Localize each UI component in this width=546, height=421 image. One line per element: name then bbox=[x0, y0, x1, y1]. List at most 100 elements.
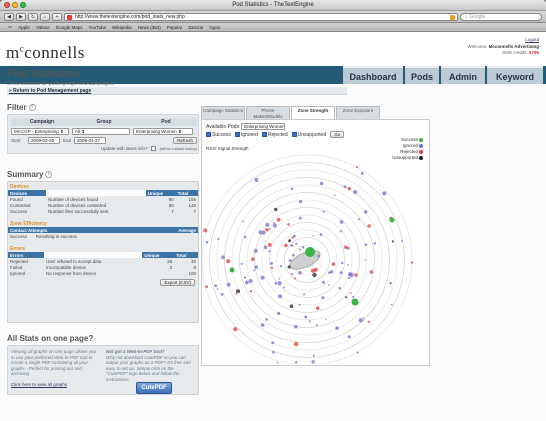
export-csv-button[interactable]: Export (CSV) bbox=[160, 279, 195, 286]
forward-icon[interactable]: ▶ bbox=[16, 12, 26, 21]
chart-point bbox=[327, 284, 330, 286]
zone-heading: Zone Efficiency bbox=[10, 221, 47, 227]
check-rejected[interactable]: Rejected bbox=[261, 132, 288, 138]
chart-point bbox=[373, 242, 377, 245]
welcome-text: Welcome: Mcconnells Advertising SMS cred… bbox=[467, 44, 539, 55]
chart-point bbox=[233, 327, 238, 332]
logo[interactable]: mcconnells bbox=[6, 43, 85, 63]
devices-table: Devices Unique Total Found Number of devi… bbox=[8, 190, 198, 214]
tab-phone-makes-models[interactable]: Phone Makes/Models bbox=[246, 106, 290, 119]
chart-point bbox=[298, 303, 301, 306]
tab-zone-strength[interactable]: Zone Strength bbox=[291, 106, 335, 119]
check-unsupported[interactable]: Unsupported bbox=[291, 132, 326, 138]
bookmark-news[interactable]: News (364) bbox=[138, 25, 161, 30]
chart-point bbox=[220, 293, 224, 296]
favicon-icon bbox=[67, 14, 72, 20]
home-icon[interactable]: ⌂ bbox=[40, 12, 50, 21]
errors-table: Errors Unique Total Rejected User refused… bbox=[8, 252, 198, 276]
start-label: Start bbox=[11, 138, 21, 143]
chart-point bbox=[360, 172, 364, 175]
chart-point bbox=[263, 245, 268, 250]
back-icon[interactable]: ◀ bbox=[4, 12, 14, 21]
chart-point bbox=[358, 318, 363, 323]
check-ignored[interactable]: Ignored bbox=[234, 132, 258, 138]
chart-point bbox=[304, 315, 308, 319]
go-button[interactable]: Go bbox=[330, 131, 345, 138]
chart-point bbox=[298, 271, 302, 275]
bookmark-apple[interactable]: Apple bbox=[18, 25, 30, 30]
update-checkbox[interactable] bbox=[150, 146, 156, 151]
nav-dashboard[interactable]: Dashboard bbox=[343, 66, 403, 84]
view-all-graphs-link[interactable]: Click here to view all graphs bbox=[11, 382, 67, 387]
bookmark-youtube[interactable]: YouTube bbox=[88, 25, 106, 30]
refresh-button[interactable]: Refresh bbox=[173, 137, 197, 144]
chart-point bbox=[251, 257, 255, 261]
chart-point bbox=[253, 269, 256, 272]
chart-point bbox=[291, 236, 294, 239]
bookmark-zamzar[interactable]: Zamzar bbox=[188, 25, 203, 30]
logout-link[interactable]: Logout bbox=[525, 37, 539, 42]
pod-select[interactable]: Enterprising Women ⬍ bbox=[133, 128, 193, 135]
chart-point bbox=[301, 245, 305, 249]
rss-icon[interactable] bbox=[450, 14, 455, 20]
zone-strength-chart bbox=[202, 154, 413, 364]
bookmarks-bar: ▭ Apple Yahoo! Google Maps YouTube Wikip… bbox=[0, 23, 546, 32]
chart-point bbox=[277, 294, 283, 299]
info-icon[interactable]: i bbox=[45, 171, 53, 179]
available-pods-select[interactable]: Enterprising Women ⬍ bbox=[241, 123, 285, 130]
chart-point bbox=[362, 317, 365, 319]
reload-icon[interactable]: ↻ bbox=[28, 12, 38, 21]
chart-point bbox=[253, 248, 258, 253]
tab-zone-exposure[interactable]: Zone Exposure bbox=[336, 106, 380, 119]
info-icon[interactable]: i bbox=[28, 104, 36, 112]
chart-point bbox=[294, 361, 298, 364]
summary-panel: Devices Devices Unique Total Found Number… bbox=[7, 181, 199, 323]
chart-point bbox=[221, 255, 225, 260]
chart-point-success bbox=[229, 267, 235, 273]
chart-point bbox=[248, 279, 253, 283]
cutepdf-button[interactable]: CutePDF bbox=[136, 382, 172, 394]
close-window-icon[interactable] bbox=[4, 2, 10, 8]
group-select[interactable]: All ⬍ bbox=[72, 128, 130, 135]
chart-point bbox=[357, 218, 360, 221]
chart-point bbox=[364, 259, 367, 261]
chart-point bbox=[347, 335, 351, 339]
chart-point bbox=[271, 341, 275, 345]
chart-point bbox=[265, 318, 268, 321]
nav-pods[interactable]: Pods bbox=[405, 66, 439, 84]
add-icon[interactable]: + bbox=[52, 12, 62, 21]
chart-point bbox=[274, 282, 278, 285]
end-date-input[interactable]: 2009-03-27 bbox=[74, 137, 107, 144]
zoom-window-icon[interactable] bbox=[20, 2, 26, 8]
chart-point bbox=[226, 259, 231, 264]
bookmark-popular[interactable]: Popular bbox=[167, 25, 183, 30]
chart-point bbox=[311, 360, 315, 364]
check-success[interactable]: Success bbox=[206, 132, 231, 138]
nav-admin[interactable]: Admin bbox=[441, 66, 485, 84]
chart-point bbox=[277, 281, 282, 286]
bookmarks-icon[interactable]: ▭ bbox=[8, 24, 12, 30]
chart-point bbox=[298, 248, 301, 251]
chart-point bbox=[258, 230, 263, 235]
chart-point bbox=[292, 253, 295, 257]
bookmark-wikipedia[interactable]: Wikipedia bbox=[112, 25, 132, 30]
bookmark-yahoo[interactable]: Yahoo! bbox=[36, 25, 50, 30]
bookmark-google-maps[interactable]: Google Maps bbox=[56, 25, 83, 30]
nav-keyword[interactable]: Keyword bbox=[487, 66, 543, 84]
address-bar[interactable]: http://www.thetextengine.com/pod_stats_n… bbox=[64, 12, 458, 21]
chart-point bbox=[214, 284, 218, 288]
chart-point bbox=[283, 286, 286, 289]
start-date-input[interactable]: 2009-03-25 bbox=[28, 137, 60, 144]
chart-point bbox=[240, 262, 243, 265]
chart-point bbox=[389, 282, 392, 285]
chart-point bbox=[205, 240, 209, 244]
bookmark-logos[interactable]: logos bbox=[209, 25, 220, 30]
search-input[interactable]: ⌕ Google bbox=[460, 12, 542, 21]
minimize-window-icon[interactable] bbox=[12, 2, 18, 8]
allstats-right-text: Why not download CutePDF so you can outp… bbox=[106, 354, 191, 382]
return-link[interactable]: » Return to Pod Management page bbox=[7, 87, 347, 95]
browser-toolbar: ◀ ▶ ↻ ⌂ + http://www.thetextengine.com/p… bbox=[0, 11, 546, 23]
tab-campaign-statistics[interactable]: Campaign Statistics bbox=[201, 106, 245, 119]
campaign-select[interactable]: MCCGP - Enterprising ⬍ bbox=[11, 128, 69, 135]
errors-heading: Errors bbox=[10, 246, 26, 252]
